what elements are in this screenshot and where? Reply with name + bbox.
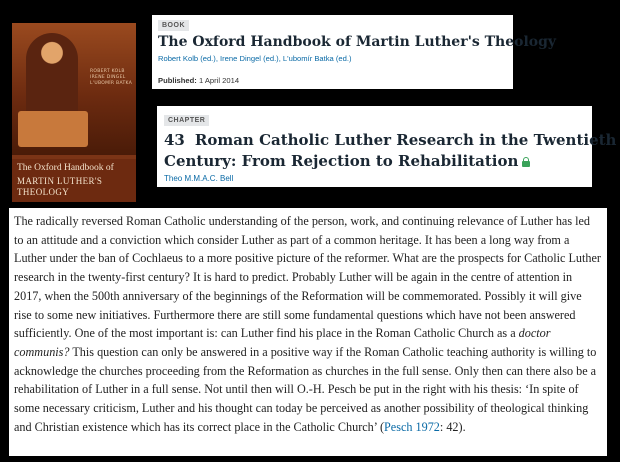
abstract-text-part: : 42). — [439, 419, 466, 434]
chapter-title-line: Roman Catholic Luther Research in the Tw… — [194, 131, 617, 149]
cover-title-line: The Oxford Handbook of — [17, 163, 114, 173]
book-published: Published: 1 April 2014 — [158, 76, 239, 85]
chapter-title: 43 Roman Catholic Luther Research in the … — [164, 131, 616, 149]
chapter-type-badge: CHAPTER — [164, 115, 210, 126]
cover-editor: L'UBOMÍR BATKA — [90, 81, 133, 86]
chapter-author-link[interactable]: Theo M.M.A.C. Bell — [164, 174, 233, 183]
book-type-badge: BOOK — [158, 20, 189, 31]
cover-artwork: ROBERT KOLB IRENE DINGEL L'UBOMÍR BATKA — [12, 23, 136, 155]
book-card: BOOK The Oxford Handbook of Martin Luthe… — [152, 15, 556, 89]
chapter-number: 43 — [164, 131, 185, 149]
published-date: 1 April 2014 — [198, 76, 240, 85]
cover-title-line: MARTIN LUTHER'S — [17, 176, 103, 186]
chapter-title-line: Century: From Rejection to Rehabilitatio… — [164, 152, 519, 170]
cover-editors: ROBERT KOLB IRENE DINGEL L'UBOMÍR BATKA — [90, 69, 134, 87]
citation-link[interactable]: Pesch 1972 — [384, 420, 440, 434]
book-cover-image[interactable]: ROBERT KOLB IRENE DINGEL L'UBOMÍR BATKA … — [12, 23, 136, 202]
chapter-abstract: The radically reversed Roman Catholic un… — [9, 208, 607, 456]
book-title-link[interactable]: The Oxford Handbook of Martin Luther's T… — [158, 34, 556, 50]
cover-luther-figure — [26, 33, 78, 123]
abstract-text: The radically reversed Roman Catholic un… — [9, 208, 607, 436]
cover-title-line: THEOLOGY — [17, 187, 70, 197]
book-editors-links[interactable]: Robert Kolb (ed.), Irene Dingel (ed.), L… — [158, 54, 352, 63]
cover-pulpit — [18, 111, 88, 147]
cover-title-band: The Oxford Handbook of MARTIN LUTHER'S T… — [12, 159, 136, 202]
open-access-lock-icon — [522, 157, 531, 167]
chapter-title-continued: Century: From Rejection to Rehabilitatio… — [164, 152, 531, 170]
abstract-text-part: The radically reversed Roman Catholic un… — [14, 214, 601, 341]
abstract-text-part: This question can only be answered in a … — [14, 344, 597, 434]
published-label: Published: — [158, 76, 197, 85]
chapter-card: CHAPTER 43 Roman Catholic Luther Research… — [157, 106, 616, 187]
